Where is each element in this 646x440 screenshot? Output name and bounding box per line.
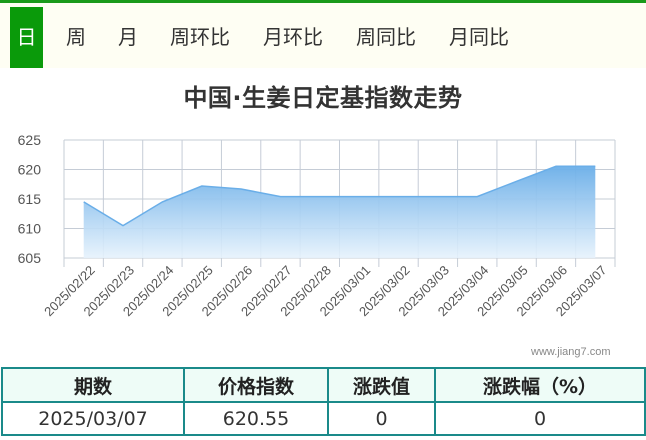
y-tick-label-2: 615 (18, 191, 42, 207)
cell-price-index: 620.55 (183, 401, 329, 436)
site-watermark: www.jiang7.com (531, 346, 611, 358)
header-change-percent: 涨跌幅（%） (434, 367, 646, 403)
area-chart: 605 610 615 620 625 2025/02/222025/02/232025… (18, 132, 616, 320)
x-axis: 2025/02/222025/02/232025/02/242025/02/25… (41, 263, 609, 320)
header-change-value: 涨跌值 (327, 367, 436, 403)
index-summary-table: 期数 价格指数 涨跌值 涨跌幅（%） 2025/03/07 620.55 0 0 (1, 367, 646, 436)
y-tick-label-4: 625 (18, 132, 42, 148)
table-row: 2025/03/07 620.55 0 0 (1, 401, 646, 436)
cell-change-value: 0 (327, 401, 436, 436)
cell-change-percent: 0 (434, 401, 646, 436)
table-header-row: 期数 价格指数 涨跌值 涨跌幅（%） (1, 367, 646, 403)
cell-period: 2025/03/07 (1, 401, 185, 436)
y-tick-label-1: 610 (18, 221, 42, 237)
header-period: 期数 (1, 367, 185, 403)
y-tick-label-0: 605 (18, 250, 42, 266)
y-tick-label-3: 620 (18, 162, 42, 178)
y-axis: 605 610 615 620 625 (18, 132, 42, 266)
header-price-index: 价格指数 (183, 367, 329, 403)
